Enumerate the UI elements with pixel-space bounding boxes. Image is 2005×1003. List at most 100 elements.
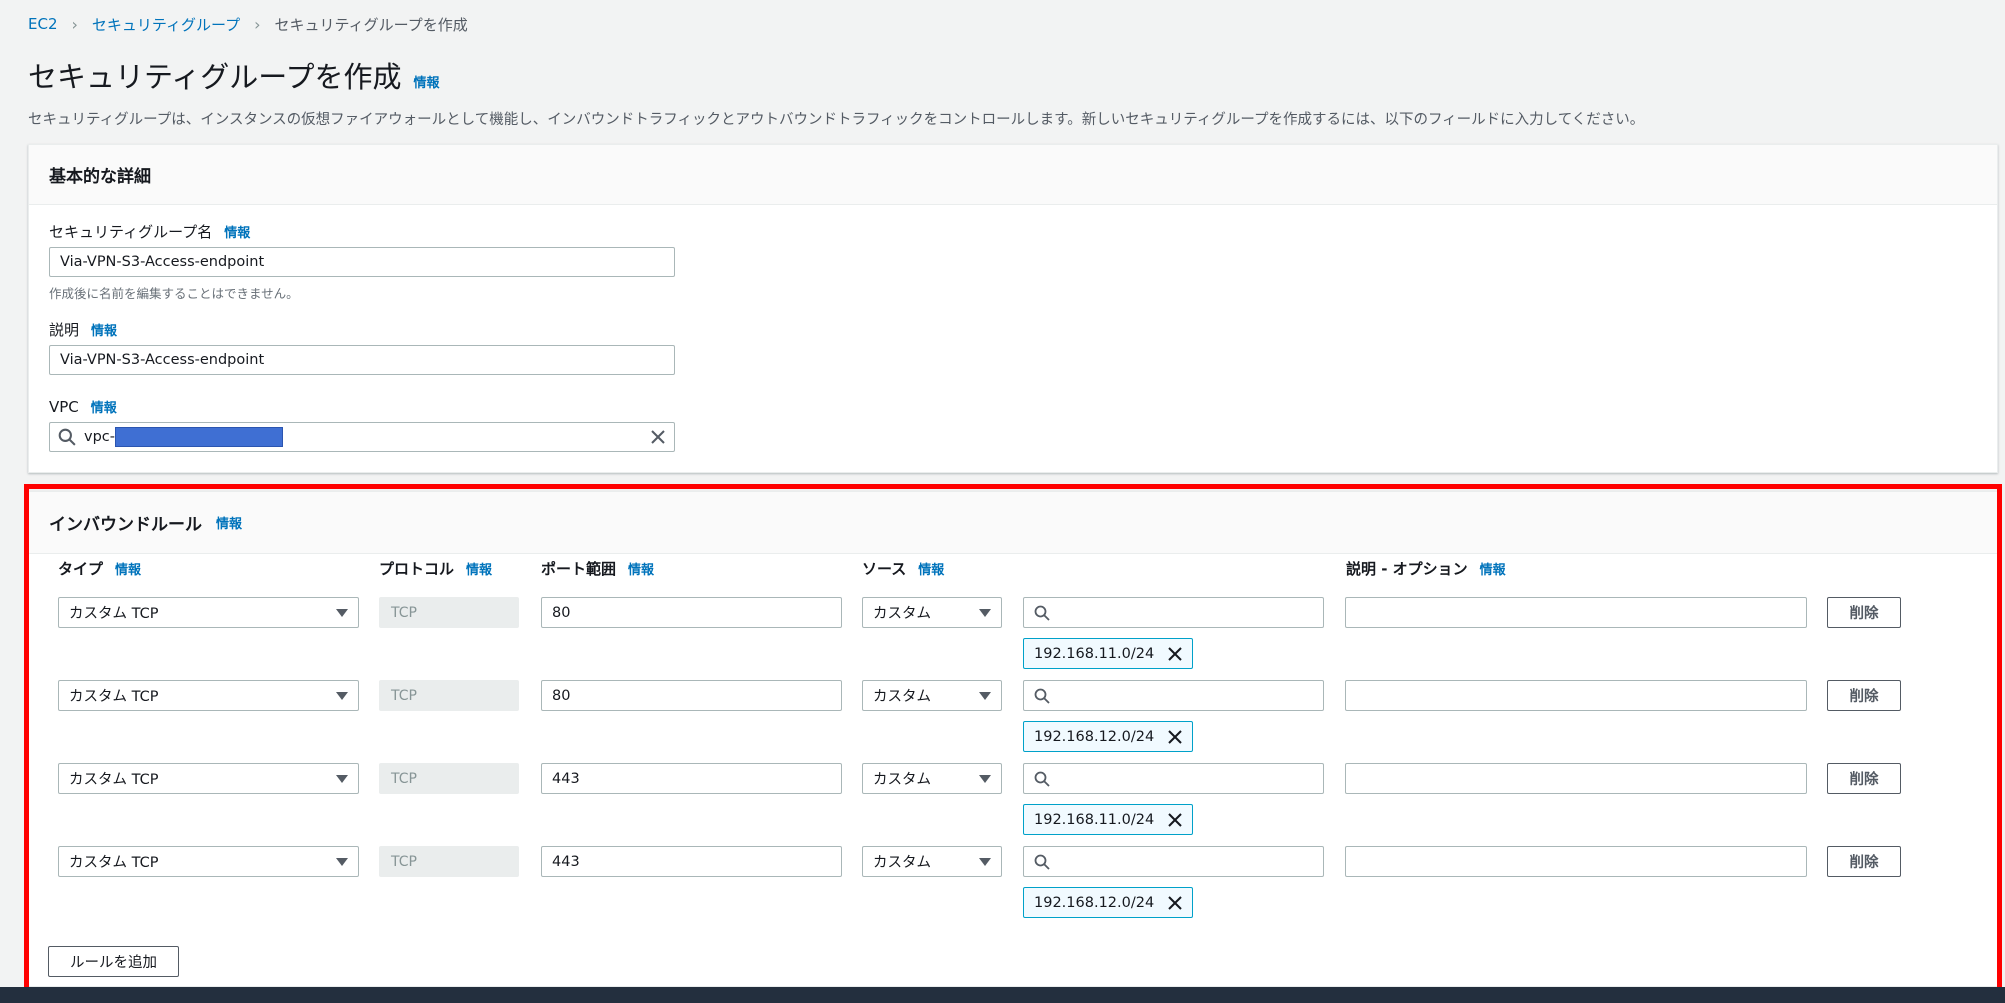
col-type-info-link[interactable]: 情報 [115,559,141,578]
rule-cidr-search-input[interactable] [1023,846,1324,877]
rule-protocol: TCP [379,597,519,628]
rule-source-value: カスタム [873,606,931,622]
rule-type-value: カスタム TCP [69,772,159,788]
rule-port-input[interactable]: 443 [541,763,842,794]
caret-down-icon [336,858,348,866]
inbound-rules-header: インバウンドルール 情報 [29,492,1997,554]
delete-rule-button[interactable]: 削除 [1827,763,1901,794]
sg-name-info-link[interactable]: 情報 [224,222,250,241]
rule-port-input[interactable]: 80 [541,680,842,711]
add-rule-button[interactable]: ルールを追加 [48,946,179,977]
rule-port-input[interactable]: 443 [541,846,842,877]
chevron-right-icon: › [254,14,261,34]
rule-port-value: 443 [552,770,580,787]
delete-rule-button[interactable]: 削除 [1827,597,1901,628]
desc-label-text: 説明 [49,321,80,339]
page-info-link[interactable]: 情報 [414,72,440,91]
caret-down-icon [336,775,348,783]
col-source-text: ソース [862,560,907,578]
close-icon[interactable] [1168,646,1182,661]
close-icon[interactable] [1168,812,1182,827]
rule-protocol: TCP [379,846,519,877]
rule-protocol: TCP [379,763,519,794]
rule-source-select[interactable]: カスタム [862,597,1002,628]
rule-source-select[interactable]: カスタム [862,763,1002,794]
cidr-token-value: 192.168.11.0/24 [1034,645,1155,662]
caret-down-icon [979,692,991,700]
close-icon[interactable] [650,429,666,445]
rule-description-input[interactable] [1345,597,1807,628]
vpc-label: VPC 情報 [49,397,117,416]
rule-type-select[interactable]: カスタム TCP [58,597,359,628]
col-port-text: ポート範囲 [541,560,617,578]
vpc-value: vpc- [84,429,115,445]
search-icon [58,428,76,446]
vpc-select-input[interactable]: vpc- [49,422,675,452]
col-description-text: 説明 - オプション [1346,560,1468,578]
desc-label: 説明 情報 [49,319,117,340]
cidr-token: 192.168.11.0/24 [1023,804,1194,835]
breadcrumb-security-groups[interactable]: セキュリティグループ [92,14,240,35]
close-icon[interactable] [1168,895,1182,910]
basic-details-panel: 基本的な詳細 セキュリティグループ名 情報 Via-VPN-S3-Access-… [28,144,1998,473]
breadcrumb-ec2[interactable]: EC2 [28,15,58,33]
sg-name-input[interactable]: Via-VPN-S3-Access-endpoint [49,247,675,277]
rule-description-input[interactable] [1345,680,1807,711]
col-type: タイプ 情報 [58,558,141,579]
page-title-text: セキュリティグループを作成 [28,60,402,94]
vpc-id-redaction [115,427,283,447]
col-protocol-info-link[interactable]: 情報 [466,559,492,578]
desc-input[interactable]: Via-VPN-S3-Access-endpoint [49,345,675,375]
rule-type-select[interactable]: カスタム TCP [58,680,359,711]
inbound-info-link[interactable]: 情報 [216,513,242,532]
close-icon[interactable] [1168,729,1182,744]
rule-port-value: 80 [552,604,571,621]
rule-cidr-search-input[interactable] [1023,763,1324,794]
desc-info-link[interactable]: 情報 [91,320,117,339]
inbound-rules-title: インバウンドルール [49,515,202,535]
inbound-rules-panel: インバウンドルール 情報 [28,491,1998,987]
vpc-info-link[interactable]: 情報 [91,397,117,416]
rule-description-input[interactable] [1345,763,1807,794]
rule-source-value: カスタム [873,855,931,871]
col-port-info-link[interactable]: 情報 [628,559,654,578]
rule-type-value: カスタム TCP [69,689,159,705]
rule-type-value: カスタム TCP [69,855,159,871]
cidr-token: 192.168.12.0/24 [1023,887,1194,918]
basic-details-header: 基本的な詳細 [29,145,1997,205]
rule-port-value: 443 [552,853,580,870]
col-source: ソース 情報 [862,558,944,579]
col-description: 説明 - オプション 情報 [1346,558,1506,579]
cidr-token: 192.168.11.0/24 [1023,638,1194,669]
col-protocol: プロトコル 情報 [379,558,492,579]
delete-rule-button[interactable]: 削除 [1827,680,1901,711]
search-icon [1034,771,1050,787]
rule-cidr-search-input[interactable] [1023,597,1324,628]
page-description: セキュリティグループは、インスタンスの仮想ファイアウォールとして機能し、インバウ… [28,112,1645,128]
search-icon [1034,688,1050,704]
rule-source-select[interactable]: カスタム [862,846,1002,877]
breadcrumb: EC2 › セキュリティグループ › セキュリティグループを作成 [28,14,468,34]
rule-cidr-search-input[interactable] [1023,680,1324,711]
rule-description-input[interactable] [1345,846,1807,877]
rule-type-select[interactable]: カスタム TCP [58,846,359,877]
desc-value: Via-VPN-S3-Access-endpoint [60,352,265,368]
sg-name-value: Via-VPN-S3-Access-endpoint [60,254,265,270]
sg-name-hint: 作成後に名前を編集することはできません。 [49,286,299,301]
col-source-info-link[interactable]: 情報 [918,559,944,578]
caret-down-icon [979,775,991,783]
caret-down-icon [979,609,991,617]
sg-name-label: セキュリティグループ名 情報 [49,221,250,242]
footer-bar [0,987,2005,1003]
rule-protocol: TCP [379,680,519,711]
caret-down-icon [336,692,348,700]
cidr-token: 192.168.12.0/24 [1023,721,1194,752]
breadcrumb-current: セキュリティグループを作成 [274,15,468,34]
rule-port-input[interactable]: 80 [541,597,842,628]
delete-rule-button[interactable]: 削除 [1827,846,1901,877]
caret-down-icon [336,609,348,617]
rule-type-select[interactable]: カスタム TCP [58,763,359,794]
col-description-info-link[interactable]: 情報 [1480,559,1506,578]
caret-down-icon [979,858,991,866]
rule-source-select[interactable]: カスタム [862,680,1002,711]
